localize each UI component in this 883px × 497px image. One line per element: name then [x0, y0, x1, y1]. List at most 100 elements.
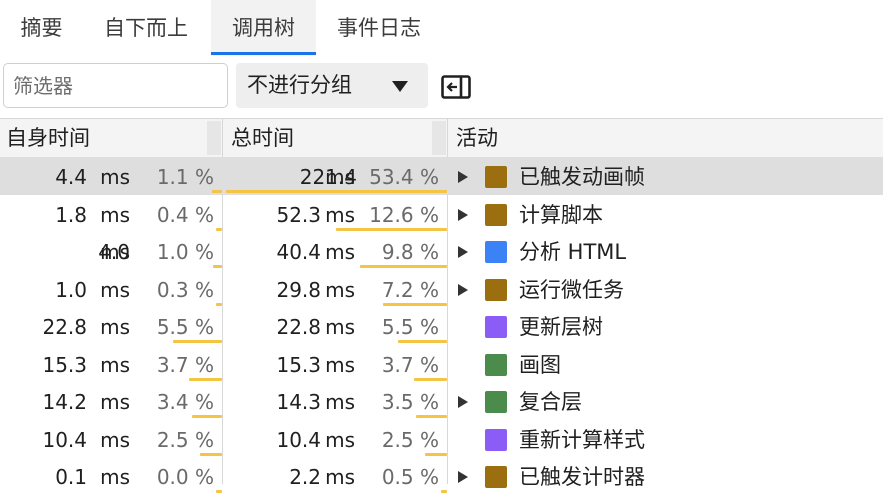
total-time-value: 14.3 — [276, 390, 321, 414]
total-time-percent: 7.2 % — [381, 277, 439, 302]
total-time-percent: 12.6 % — [369, 202, 439, 227]
column-resizer-total[interactable] — [432, 121, 446, 155]
expand-arrow-icon[interactable] — [458, 471, 468, 483]
table-header: 自身时间 总时间 活动 — [0, 118, 883, 157]
unit-label: ms — [100, 202, 130, 227]
self-time-bar — [216, 302, 222, 306]
tab-bottom-up[interactable]: 自下而上 — [83, 0, 209, 56]
toggle-sidebar-button[interactable] — [441, 75, 471, 99]
self-time-percent: 1.1 % — [156, 165, 214, 189]
self-time-percent: 0.4 % — [156, 202, 214, 227]
self-time-value: 15.3 — [42, 352, 87, 377]
self-time-percent: 0.0 % — [156, 465, 214, 489]
total-time-percent: 3.7 % — [381, 352, 439, 377]
total-time-percent: 3.5 % — [381, 390, 439, 414]
unit-label: ms — [325, 315, 355, 339]
self-time-bar — [212, 190, 222, 193]
category-color-swatch — [485, 391, 507, 413]
total-time-bar — [398, 340, 447, 343]
unit-label: ms — [100, 465, 130, 489]
table-row[interactable]: 15.3 ms 3.7 % 15.3 ms 3.7 % 画图 — [0, 345, 883, 383]
unit-label: ms — [100, 427, 130, 452]
activity-name: 计算脚本 — [519, 202, 603, 227]
unit-label: ms — [325, 165, 355, 189]
group-by-value: 不进行分组 — [247, 73, 352, 97]
unit-label: ms — [100, 165, 130, 189]
self-time-bar — [216, 227, 222, 231]
total-time-value: 10.4 — [276, 427, 321, 452]
expand-arrow-icon[interactable] — [458, 171, 468, 183]
tab-summary[interactable]: 摘要 — [0, 0, 83, 56]
unit-label: ms — [325, 427, 355, 452]
sidebar-collapse-icon — [441, 75, 471, 99]
table-row[interactable]: 14.2 ms 3.4 % 14.3 ms 3.5 % 复合层 — [0, 382, 883, 420]
category-color-swatch — [485, 166, 507, 188]
self-time-bar — [213, 265, 222, 268]
expand-arrow-icon[interactable] — [458, 396, 468, 408]
unit-label: ms — [100, 352, 130, 377]
category-color-swatch — [485, 466, 507, 488]
filter-input[interactable] — [3, 63, 228, 108]
chevron-down-icon — [392, 81, 408, 92]
total-time-bar — [416, 415, 447, 418]
unit-label: ms — [100, 390, 130, 414]
total-time-percent: 0.5 % — [381, 465, 439, 489]
expand-arrow-icon[interactable] — [458, 283, 468, 296]
table-row[interactable]: 1.8 ms 0.4 % 52.3 ms 12.6 % 计算脚本 — [0, 195, 883, 233]
self-time-percent: 1.0 % — [156, 240, 214, 264]
tab-call-tree[interactable]: 调用树 — [211, 0, 316, 56]
self-time-value: 22.8 — [42, 315, 87, 339]
self-time-bar — [191, 415, 222, 418]
toolbar: 不进行分组 — [0, 56, 883, 118]
category-color-swatch — [485, 203, 507, 226]
total-time-bar — [226, 190, 447, 193]
activity-name: 重新计算样式 — [519, 427, 645, 452]
total-time-percent: 9.8 % — [381, 240, 439, 264]
total-time-value: 22.8 — [276, 315, 321, 339]
activity-name: 运行微任务 — [519, 277, 624, 302]
header-total-time[interactable]: 总时间 — [231, 119, 294, 158]
active-tab-indicator — [211, 52, 316, 55]
tab-summary-label: 摘要 — [20, 16, 63, 40]
category-color-swatch — [485, 316, 507, 338]
total-time-bar — [360, 265, 447, 268]
unit-label: ms — [325, 465, 355, 489]
unit-label: ms — [100, 240, 130, 264]
category-color-swatch — [485, 278, 507, 301]
tab-event-log-label: 事件日志 — [337, 16, 421, 40]
total-time-percent: 2.5 % — [381, 427, 439, 452]
unit-label: ms — [325, 240, 355, 264]
group-by-dropdown[interactable]: 不进行分组 — [236, 63, 428, 108]
total-time-bar — [335, 227, 447, 231]
header-self-time[interactable]: 自身时间 — [6, 119, 90, 158]
table-row[interactable]: 22.8 ms 5.5 % 22.8 ms 5.5 % 更新层树 — [0, 307, 883, 345]
total-time-value: 52.3 — [276, 202, 321, 227]
tab-event-log[interactable]: 事件日志 — [316, 0, 442, 56]
self-time-percent: 3.7 % — [156, 352, 214, 377]
table-row[interactable]: 0.1 ms 0.0 % 2.2 ms 0.5 % 已触发计时器 — [0, 457, 883, 495]
self-time-percent: 2.5 % — [156, 427, 214, 452]
total-time-value: 40.4 — [276, 240, 321, 264]
table-row[interactable]: 4.0 ms 1.0 % 40.4 ms 9.8 % 分析 HTML — [0, 232, 883, 270]
tab-bottom-up-label: 自下而上 — [104, 16, 188, 40]
expand-arrow-icon[interactable] — [458, 208, 468, 221]
total-time-percent: 5.5 % — [381, 315, 439, 339]
activity-name: 已触发动画帧 — [519, 165, 645, 189]
category-color-swatch — [485, 353, 507, 376]
table-row[interactable]: 1.0 ms 0.3 % 29.8 ms 7.2 % 运行微任务 — [0, 270, 883, 308]
table-row[interactable]: 4.4 ms 1.1 % 221.4 ms 53.4 % 已触发动画帧 — [0, 157, 883, 195]
total-time-bar — [383, 302, 447, 306]
self-time-percent: 0.3 % — [156, 277, 214, 302]
column-resizer-self[interactable] — [207, 121, 221, 155]
unit-label: ms — [100, 315, 130, 339]
header-activity[interactable]: 活动 — [456, 119, 498, 158]
unit-label: ms — [325, 277, 355, 302]
self-time-value: 4.4 — [55, 165, 87, 189]
activity-name: 画图 — [519, 352, 561, 377]
self-time-bar — [216, 490, 222, 493]
self-time-value: 10.4 — [42, 427, 87, 452]
expand-arrow-icon[interactable] — [458, 246, 468, 258]
self-time-value: 0.1 — [55, 465, 87, 489]
table-row[interactable]: 10.4 ms 2.5 % 10.4 ms 2.5 % 重新计算样式 — [0, 420, 883, 458]
total-time-bar — [441, 490, 447, 493]
